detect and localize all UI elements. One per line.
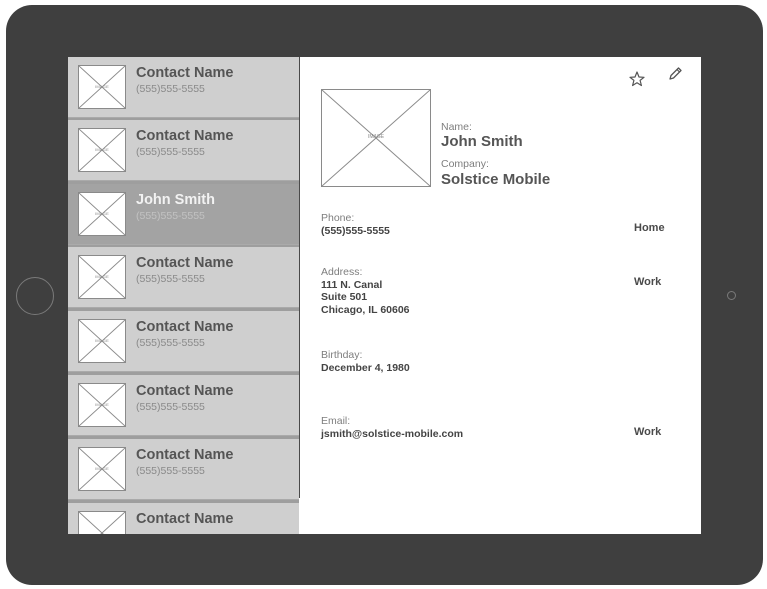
contact-thumbnail: IMAGE: [78, 192, 126, 236]
contact-name: Contact Name: [136, 319, 234, 335]
contact-name: Contact Name: [136, 65, 234, 81]
image-placeholder-label: IMAGE: [95, 402, 109, 407]
contact-thumbnail: IMAGE: [78, 255, 126, 299]
address-label: Address:: [321, 266, 363, 278]
name-label: Name:: [441, 121, 472, 133]
image-placeholder-label: IMAGE: [95, 84, 109, 89]
contact-list-item[interactable]: Contact Name: [68, 503, 299, 534]
contact-thumbnail: IMAGE: [78, 447, 126, 491]
contact-name: Contact Name: [136, 255, 234, 271]
phone-value[interactable]: (555)555-5555: [321, 225, 390, 237]
contact-thumbnail: IMAGE: [78, 65, 126, 109]
contact-photo: IMAGE: [321, 89, 431, 187]
address-line-2[interactable]: Suite 501: [321, 291, 367, 303]
contact-name: Contact Name: [136, 383, 234, 399]
contact-thumbnail: IMAGE: [78, 128, 126, 172]
contact-full-name: John Smith: [441, 133, 523, 150]
birthday-value: December 4, 1980: [321, 362, 410, 374]
image-placeholder-label: IMAGE: [95, 147, 109, 152]
contact-phone: (555)555-5555: [136, 83, 205, 95]
camera-lens: [727, 291, 736, 300]
contact-phone: (555)555-5555: [136, 465, 205, 477]
contact-name: Contact Name: [136, 511, 234, 527]
address-type: Work: [634, 276, 662, 288]
contact-name: John Smith: [136, 192, 215, 208]
contact-list-item[interactable]: IMAGE Contact Name (555)555-5555: [68, 57, 299, 118]
contact-phone: (555)555-5555: [136, 401, 205, 413]
contact-list[interactable]: IMAGE Contact Name (555)555-5555 IMAGE C…: [68, 57, 299, 534]
image-placeholder-label: IMAGE: [367, 134, 385, 140]
address-line-1[interactable]: 111 N. Canal: [321, 279, 382, 291]
contact-list-item[interactable]: IMAGE Contact Name (555)555-5555: [68, 375, 299, 436]
contact-list-item[interactable]: IMAGE Contact Name (555)555-5555: [68, 120, 299, 181]
contact-thumbnail: IMAGE: [78, 383, 126, 427]
contact-list-item[interactable]: IMAGE Contact Name (555)555-5555: [68, 439, 299, 500]
contact-detail-pane: IMAGE Name: John Smith Company: Solstice…: [300, 57, 701, 534]
email-type: Work: [634, 426, 662, 438]
email-value[interactable]: jsmith@solstice-mobile.com: [321, 428, 463, 440]
contact-list-item[interactable]: IMAGE Contact Name (555)555-5555: [68, 247, 299, 308]
star-outline-icon[interactable]: [628, 70, 646, 88]
phone-label: Phone:: [321, 212, 355, 224]
birthday-label: Birthday:: [321, 349, 363, 361]
phone-type: Home: [634, 222, 665, 234]
contact-list-item[interactable]: IMAGE Contact Name (555)555-5555: [68, 311, 299, 372]
home-button[interactable]: [16, 277, 54, 315]
contact-name: Contact Name: [136, 128, 234, 144]
company-label: Company:: [441, 158, 489, 170]
company-name: Solstice Mobile: [441, 171, 551, 188]
image-placeholder-label: IMAGE: [95, 338, 109, 343]
pencil-icon[interactable]: [666, 65, 684, 83]
contact-name: Contact Name: [136, 447, 234, 463]
contact-thumbnail: [78, 511, 126, 534]
contact-thumbnail: IMAGE: [78, 319, 126, 363]
contact-phone: (555)555-5555: [136, 337, 205, 349]
contact-phone: (555)555-5555: [136, 210, 205, 222]
email-label: Email:: [321, 415, 351, 427]
address-line-3[interactable]: Chicago, IL 60606: [321, 304, 410, 316]
image-placeholder-label: IMAGE: [95, 466, 109, 471]
contact-list-item-selected[interactable]: IMAGE John Smith (555)555-5555: [68, 184, 299, 245]
image-placeholder-label: IMAGE: [95, 274, 109, 279]
contact-phone: (555)555-5555: [136, 273, 205, 285]
contact-phone: (555)555-5555: [136, 146, 205, 158]
image-placeholder-label: IMAGE: [95, 211, 109, 216]
app-screen: IMAGE Contact Name (555)555-5555 IMAGE C…: [68, 57, 701, 534]
